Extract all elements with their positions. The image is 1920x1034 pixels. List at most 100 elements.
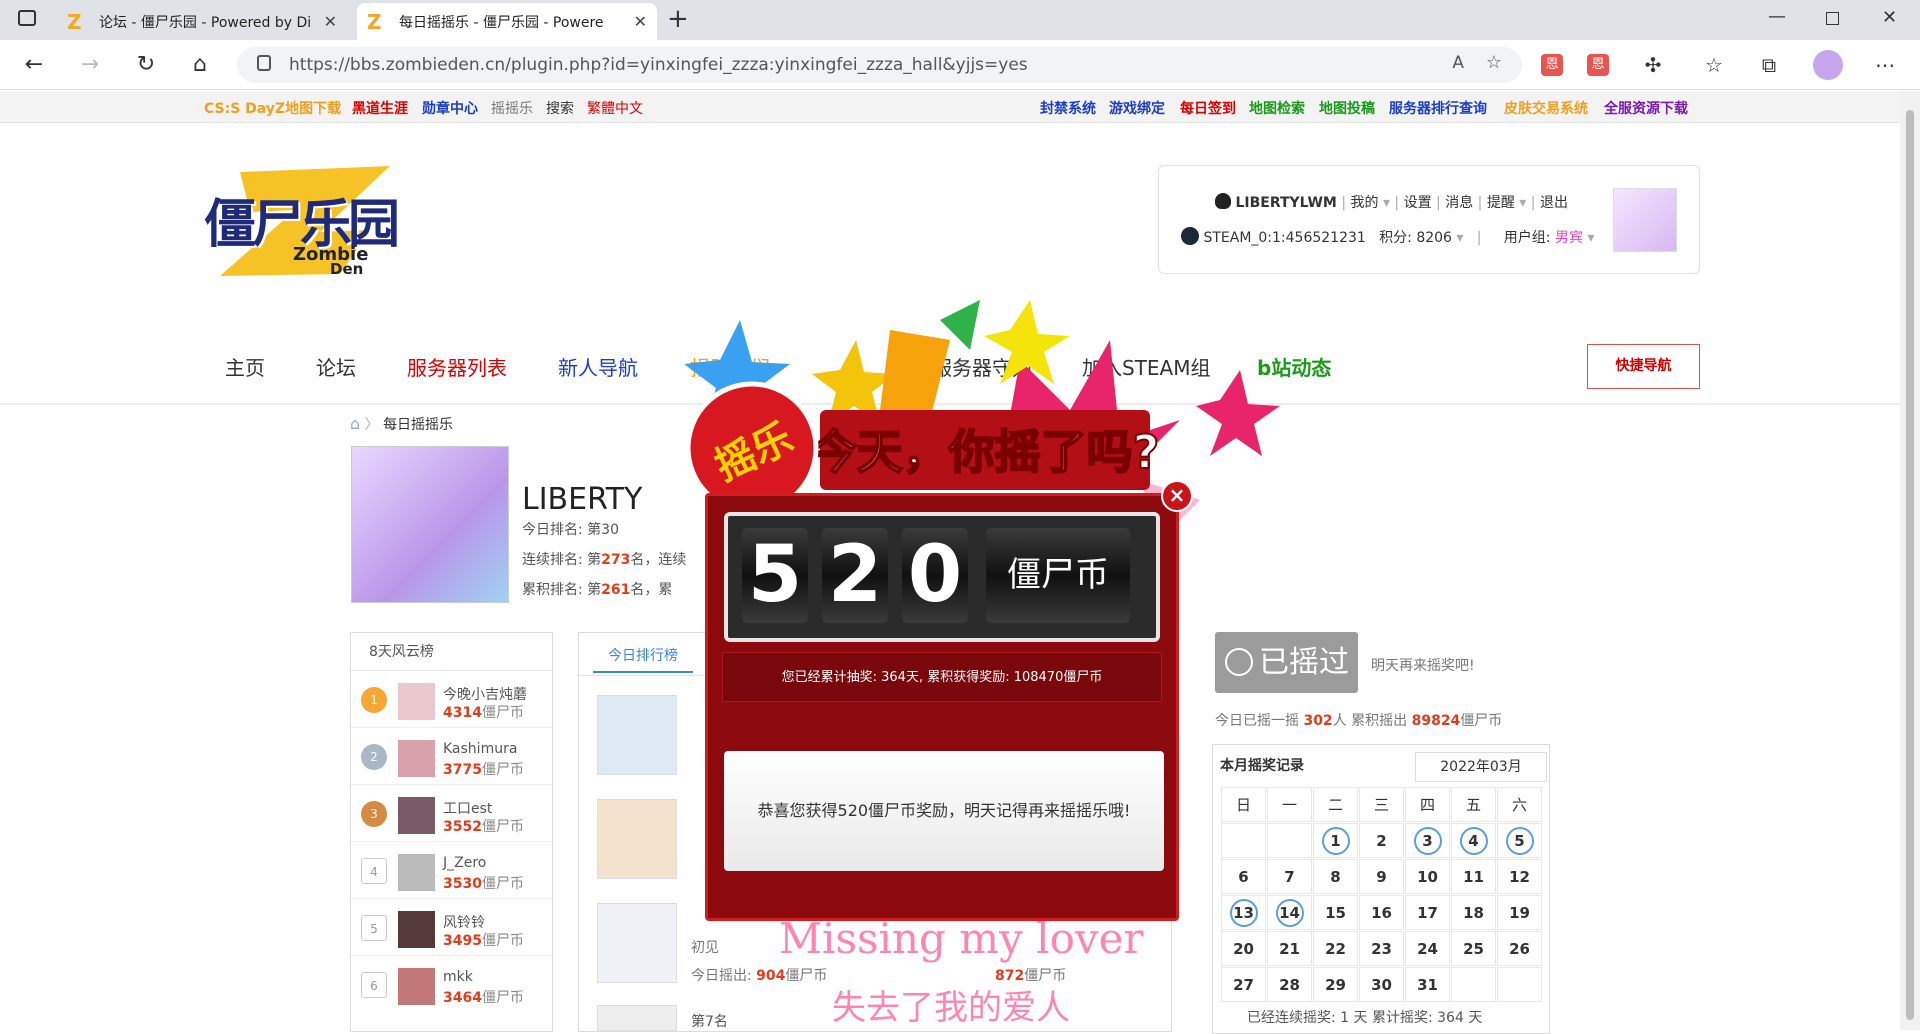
link-medals[interactable]: 勋章中心 xyxy=(422,98,478,118)
link-daily-sign[interactable]: 每日签到 xyxy=(1180,98,1236,118)
link-ban-system[interactable]: 封禁系统 xyxy=(1040,98,1096,118)
link-skin-trade[interactable]: 皮肤交易系统 xyxy=(1504,98,1588,118)
close-tab-icon[interactable]: ✕ xyxy=(634,12,647,31)
calendar-day: 28 xyxy=(1267,967,1312,1002)
site-logo[interactable]: 僵尸乐园 Zombie Den xyxy=(200,162,400,280)
extensions-puzzle-icon[interactable]: ✣ xyxy=(1638,50,1668,80)
menu-my[interactable]: 我的 xyxy=(1351,195,1379,211)
calendar-day: 23 xyxy=(1359,931,1404,966)
cumulative-summary: 您已经累计抽奖: 364天, 累积获得奖励: 108470僵尸币 xyxy=(781,670,1103,685)
read-aloud-icon[interactable]: A xyxy=(1452,53,1464,73)
calendar-day: 5 xyxy=(1497,823,1542,858)
menu-settings[interactable]: 设置 xyxy=(1404,195,1432,211)
points-menu[interactable]: 积分: 8206 xyxy=(1379,230,1452,246)
prize-counter: 5 2 0 僵尸币 xyxy=(724,512,1160,642)
nav-forum[interactable]: 论坛 xyxy=(316,352,356,381)
prize-digit: 0 xyxy=(902,528,968,623)
calendar-day: 16 xyxy=(1359,895,1404,930)
minimize-icon[interactable]: — xyxy=(1768,6,1786,27)
leaderboard-header: 8天风云榜 xyxy=(351,633,552,671)
address-bar-row: ← → ↻ ⌂ https://bbs.zombieden.cn/plugin.… xyxy=(0,40,1920,90)
home-icon[interactable]: ⌂ xyxy=(187,52,213,77)
tab-forum[interactable]: Z 论坛 - 僵尸乐园 - Powered by Di ✕ xyxy=(57,3,347,40)
profile-avatar xyxy=(351,446,509,603)
tab-title: 每日摇摇乐 - 僵尸乐园 - Powere xyxy=(399,14,604,31)
calendar-day: 29 xyxy=(1313,967,1358,1002)
favorite-add-icon[interactable]: ☆ xyxy=(1486,52,1502,73)
link-game-bind[interactable]: 游戏绑定 xyxy=(1109,98,1165,118)
collections-icon[interactable]: ⧉ xyxy=(1754,50,1784,80)
link-traditional[interactable]: 繁體中文 xyxy=(587,98,643,118)
calendar-day: 1 xyxy=(1313,823,1358,858)
link-gangster[interactable]: 黑道生涯 xyxy=(352,98,408,118)
close-tab-icon[interactable]: ✕ xyxy=(324,12,337,31)
forward-icon[interactable]: → xyxy=(77,52,103,77)
list-item[interactable]: 1 今晚小吉炖蘑 4314僵尸币 xyxy=(351,671,552,728)
calendar-weekday: 三 xyxy=(1359,787,1404,822)
calendar-day: 19 xyxy=(1497,895,1542,930)
user-row-2: STEAM_0:1:456521231 积分: 8206 ▾ | 用户组: 男宾… xyxy=(1181,227,1594,247)
breadcrumb: ⌂ 〉 每日摇摇乐 xyxy=(350,414,454,433)
link-css-dayz[interactable]: CS:S DayZ地图下载 xyxy=(204,98,341,118)
menu-reminders[interactable]: 提醒 xyxy=(1487,195,1515,211)
list-item[interactable]: 2 Kashimura 3775僵尸币 xyxy=(351,728,552,785)
calendar-day: 3 xyxy=(1405,823,1450,858)
list-item[interactable]: 4 J_Zero 3530僵尸币 xyxy=(351,842,552,899)
extension-red2-icon[interactable]: 恩 xyxy=(1587,54,1609,76)
tab-today-ranking[interactable]: 今日排行榜 xyxy=(593,645,693,673)
more-menu-icon[interactable]: ⋯ xyxy=(1870,50,1900,80)
site-top-links: CS:S DayZ地图下载 黑道生涯 勋章中心 摇摇乐 搜索 繁體中文 封禁系统… xyxy=(0,91,1900,123)
calendar-day: 10 xyxy=(1405,859,1450,894)
link-resources[interactable]: 全服资源下载 xyxy=(1604,98,1688,118)
maximize-icon[interactable] xyxy=(1826,12,1839,25)
close-popup-icon[interactable]: × xyxy=(1161,480,1193,512)
profile-username: LIBERTY xyxy=(522,482,643,517)
calendar-day xyxy=(1267,823,1312,858)
list-item[interactable]: 6 mkk 3464僵尸币 xyxy=(351,956,552,1013)
calendar-day: 11 xyxy=(1451,859,1496,894)
refresh-icon[interactable]: ↻ xyxy=(133,52,159,77)
come-back-note: 明天再来摇奖吧! xyxy=(1371,658,1475,674)
close-window-icon[interactable]: ✕ xyxy=(1882,7,1897,28)
quick-nav-button[interactable]: 快捷导航 xyxy=(1587,344,1700,389)
link-search[interactable]: 搜索 xyxy=(546,98,574,118)
profile-avatar-icon[interactable] xyxy=(1813,50,1843,80)
calendar-month-select[interactable]: 2022年03月 xyxy=(1415,752,1547,782)
calendar-weekday: 五 xyxy=(1451,787,1496,822)
user-row-1: LIBERTYLWM | 我的 ▾ | 设置 | 消息 | 提醒 ▾ | 退出 xyxy=(1215,192,1568,212)
rank-avatar xyxy=(597,1005,677,1031)
calendar-day: 31 xyxy=(1405,967,1450,1002)
steam-icon xyxy=(1181,227,1199,245)
nav-home[interactable]: 主页 xyxy=(225,352,265,381)
home-crumb-icon[interactable]: ⌂ xyxy=(350,414,360,433)
link-server-rank[interactable]: 服务器排行查询 xyxy=(1389,98,1487,118)
calendar-footer: 已经连续摇奖: 1 天 累计摇奖: 364 天 xyxy=(1247,1010,1483,1026)
group-label: 用户组: xyxy=(1503,230,1551,246)
favorites-icon[interactable]: ☆ xyxy=(1699,50,1729,80)
menu-logout[interactable]: 退出 xyxy=(1540,195,1568,211)
link-map-search[interactable]: 地图检索 xyxy=(1249,98,1305,118)
url-field[interactable]: https://bbs.zombieden.cn/plugin.php?id=y… xyxy=(237,47,1522,83)
lock-icon xyxy=(257,55,271,71)
user-avatar-small[interactable] xyxy=(1613,188,1677,252)
scrollbar-thumb[interactable] xyxy=(1906,110,1914,1020)
group-value[interactable]: 男宾 xyxy=(1555,230,1583,246)
link-map-submit[interactable]: 地图投稿 xyxy=(1319,98,1375,118)
list-item[interactable]: 5 风铃铃 3495僵尸币 xyxy=(351,899,552,956)
nav-server-list[interactable]: 服务器列表 xyxy=(407,352,507,381)
avatar xyxy=(398,740,435,777)
extension-red-icon[interactable]: 恩 xyxy=(1541,54,1563,76)
nav-newbie[interactable]: 新人导航 xyxy=(558,352,638,381)
username-link[interactable]: LIBERTYLWM xyxy=(1235,195,1336,211)
calendar-day: 4 xyxy=(1451,823,1496,858)
list-item[interactable]: 3 工口est 3552僵尸币 xyxy=(351,785,552,842)
monthly-record-calendar: 本月摇奖记录 2022年03月 日一二三四五六 1 2 3 4 5 6 7 8 9 10 11 12 13… xyxy=(1212,744,1550,1034)
tab-actions-icon[interactable] xyxy=(18,10,36,26)
menu-messages[interactable]: 消息 xyxy=(1445,195,1473,211)
tab-daily-shake[interactable]: Z 每日摇摇乐 - 僵尸乐园 - Powere ✕ xyxy=(357,3,657,40)
rank-value: 今日摇出: 904僵尸币 xyxy=(691,968,828,984)
new-tab-icon[interactable]: + xyxy=(667,4,689,34)
rank-name: 初见 xyxy=(691,940,719,956)
back-icon[interactable]: ← xyxy=(21,52,47,77)
link-shake[interactable]: 摇摇乐 xyxy=(491,98,533,118)
